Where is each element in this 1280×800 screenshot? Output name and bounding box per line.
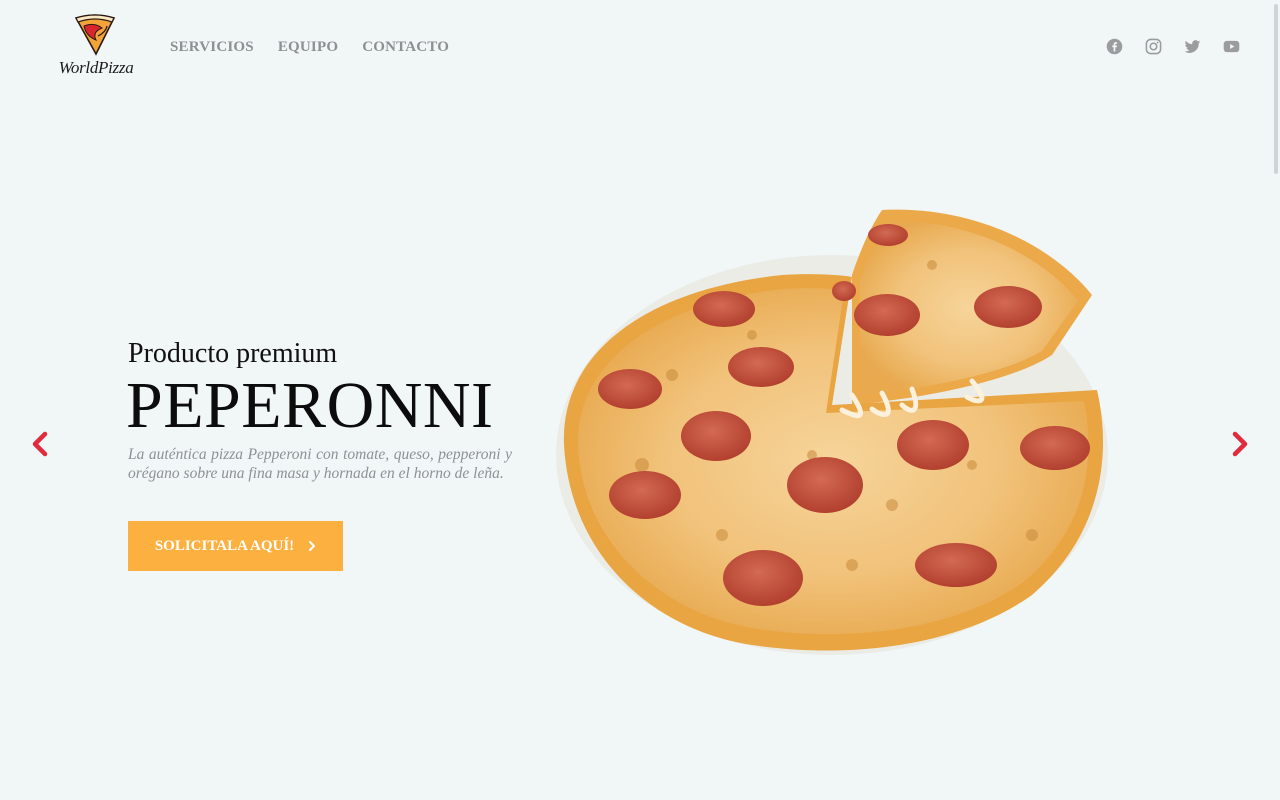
twitter-icon[interactable] <box>1184 38 1201 55</box>
facebook-icon[interactable] <box>1106 38 1123 55</box>
hero-subtitle: Producto premium <box>128 338 338 369</box>
order-now-button[interactable]: SOLICITALA AQUÍ! <box>128 521 343 571</box>
site-header: WorldPizza SERVICIOS EQUIPO CONTACTO <box>0 0 1272 96</box>
nav-link-contacto[interactable]: CONTACTO <box>362 39 449 56</box>
scrollbar-thumb[interactable] <box>1274 4 1278 174</box>
pizza-slice-logo-icon <box>74 14 116 56</box>
social-links <box>1106 38 1240 55</box>
youtube-icon[interactable] <box>1223 38 1240 55</box>
page: WorldPizza SERVICIOS EQUIPO CONTACTO Pro… <box>0 0 1280 800</box>
logo[interactable]: WorldPizza <box>50 12 142 82</box>
main-nav: SERVICIOS EQUIPO CONTACTO <box>170 39 449 56</box>
nav-link-servicios[interactable]: SERVICIOS <box>170 39 254 56</box>
scrollbar[interactable] <box>1272 0 1280 800</box>
logo-text: WorldPizza <box>58 58 134 77</box>
instagram-icon[interactable] <box>1145 38 1162 55</box>
carousel-prev-arrow-icon[interactable] <box>30 431 50 457</box>
hero-description: La auténtica pizza Pepperoni con tomate,… <box>128 446 512 482</box>
carousel-next-arrow-icon[interactable] <box>1230 431 1250 457</box>
hero-title: PEPERONNI <box>126 369 494 442</box>
pepperoni-pizza-image <box>556 209 1108 655</box>
nav-link-equipo[interactable]: EQUIPO <box>278 39 338 56</box>
order-now-label: SOLICITALA AQUÍ! <box>154 537 295 554</box>
chevron-right-icon <box>309 541 316 551</box>
